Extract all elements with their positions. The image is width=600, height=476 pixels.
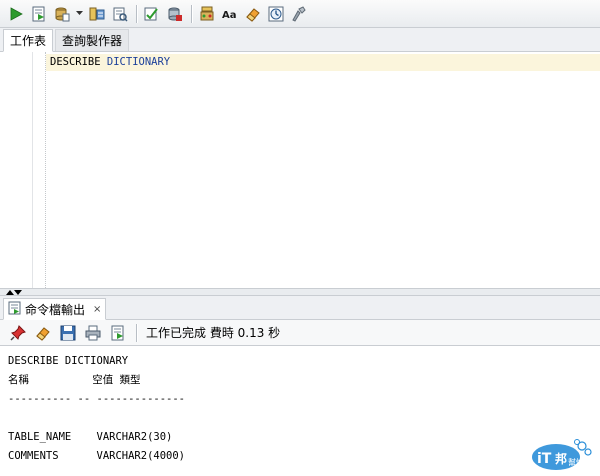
output-line: 名稱 空值 類型 — [8, 374, 141, 386]
run-statement-icon[interactable] — [6, 4, 26, 24]
ithome-logo: iT 邦 幫忙 — [530, 438, 594, 472]
output-toolbar: 工作已完成 費時 0.13 秒 — [0, 320, 600, 346]
autotrace-icon[interactable] — [110, 4, 130, 24]
clear-icon[interactable] — [165, 4, 185, 24]
to-upper-icon[interactable]: Aa — [220, 4, 240, 24]
code-line[interactable]: DESCRIBE DICTIONARY — [50, 55, 170, 70]
print-icon[interactable] — [83, 323, 103, 343]
eraser-icon[interactable] — [243, 4, 263, 24]
output-line: TABLE_NAME VARCHAR2(30) — [8, 431, 173, 443]
pin-icon[interactable] — [8, 323, 28, 343]
output-line: COMMENTS VARCHAR2(4000) — [8, 450, 186, 462]
run-script-icon[interactable] — [29, 4, 49, 24]
worksheet-tabbar: 工作表 查詢製作器 — [0, 28, 600, 52]
logo-text-small: 幫忙 — [568, 457, 584, 467]
script-output-area[interactable]: DESCRIBE DICTIONARY 名稱 空值 類型 ---------- --… — [0, 346, 600, 476]
unshared-icon[interactable] — [197, 4, 217, 24]
gutter-divider — [45, 52, 46, 288]
script-output-icon — [8, 301, 22, 318]
sql-tuning-icon[interactable] — [142, 4, 162, 24]
commit-icon[interactable] — [52, 4, 72, 24]
explain-plan-icon[interactable] — [87, 4, 107, 24]
logo-text-main: iT — [537, 451, 552, 467]
save-icon[interactable] — [58, 323, 78, 343]
toolbar-separator — [136, 323, 137, 342]
tab-query-builder[interactable]: 查詢製作器 — [55, 29, 130, 51]
status-text: 工作已完成 費時 0.13 秒 — [146, 326, 281, 340]
sql-identifier: DICTIONARY — [106, 56, 171, 68]
worksheet-toolbar: Aa — [0, 0, 600, 28]
toolbar-separator — [191, 4, 192, 23]
output-tabbar: 命令檔輸出 × — [0, 296, 600, 320]
panel-splitter[interactable] — [0, 288, 600, 296]
run-script-output-icon[interactable] — [108, 323, 128, 343]
output-line: DESCRIBE DICTIONARY — [8, 355, 129, 367]
toolbar-separator — [136, 4, 137, 23]
clear-output-icon[interactable] — [33, 323, 53, 343]
format-icon[interactable] — [289, 4, 309, 24]
svg-text:Aa: Aa — [222, 10, 237, 21]
dropdown-icon[interactable] — [75, 4, 83, 24]
sql-keyword: DESCRIBE — [50, 56, 101, 68]
history-icon[interactable] — [266, 4, 286, 24]
script-output-label: 命令檔輸出 — [25, 302, 86, 317]
sql-editor[interactable]: DESCRIBE DICTIONARY — [0, 52, 600, 288]
output-line: ---------- -- -------------- — [8, 393, 186, 405]
logo-text-sub: 邦 — [555, 451, 567, 466]
line-gutter — [0, 52, 33, 288]
tab-script-output[interactable]: 命令檔輸出 × — [3, 298, 107, 320]
output-text: DESCRIBE DICTIONARY 名稱 空值 類型 ---------- --… — [8, 352, 185, 466]
tab-worksheet[interactable]: 工作表 — [3, 29, 54, 52]
close-tab-icon[interactable]: × — [93, 304, 101, 315]
